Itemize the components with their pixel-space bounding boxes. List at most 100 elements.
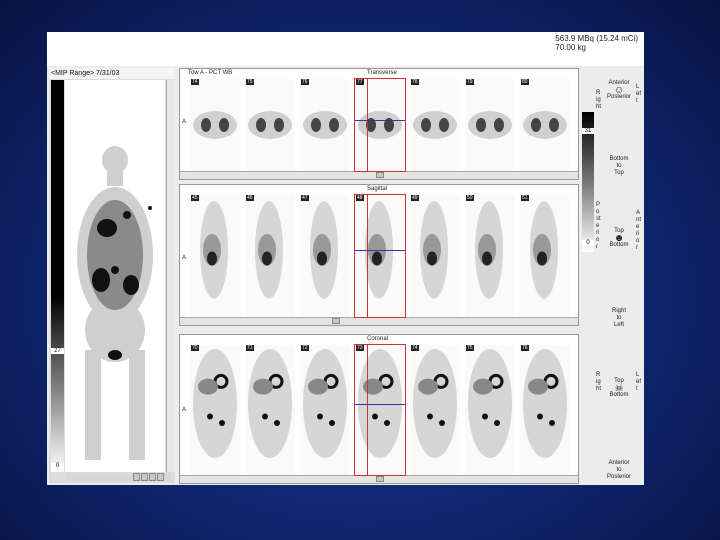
to-text: to <box>616 163 622 169</box>
transverse-slice[interactable]: 80 <box>520 79 570 171</box>
coronal-slice-number: 76 <box>521 345 529 351</box>
sagittal-scrollbar[interactable] <box>180 317 578 325</box>
sagittal-head-icon: ☻ <box>613 233 625 244</box>
mip-button-1[interactable] <box>133 473 140 481</box>
transverse-slice-number: 80 <box>521 79 529 85</box>
mip-scale-min: 0 <box>51 463 64 469</box>
dose-info: 563.9 MBq (15.24 mCi) 70.00 kg <box>555 34 638 52</box>
transverse-left-label: Left <box>636 84 642 104</box>
sagittal-panel: Sagittal A 45 46 47 48 49 50 51 <box>179 184 579 326</box>
coronal-view-label: Coronal <box>367 336 389 342</box>
transverse-slice-number: 75 <box>246 79 254 85</box>
sagittal-slice-number: 49 <box>411 195 419 201</box>
right-to-left-toggle[interactable]: Right to Left <box>603 308 635 329</box>
coronal-title-bar: Coronal <box>180 335 578 344</box>
transverse-scroll-thumb[interactable] <box>376 172 384 178</box>
transverse-slice[interactable]: 75 <box>245 79 295 171</box>
transverse-slice-number: 74 <box>191 79 199 85</box>
mip-panel: <MIP Range> 7/31/03 27 0 <box>49 68 175 483</box>
head-icon: ☺ <box>613 85 625 96</box>
sagittal-slice-number: 46 <box>246 195 254 201</box>
mip-button-2[interactable] <box>141 473 148 481</box>
mip-image[interactable] <box>65 80 165 472</box>
mip-scale-mid: 27 <box>51 348 64 354</box>
transverse-panel: Tow A - PCT WB Transverse A 74 75 76 77 78 79… <box>179 68 579 180</box>
mip-vertical-scrollbar[interactable] <box>166 80 175 472</box>
transverse-slice[interactable]: 78 <box>410 79 460 171</box>
sagittal-slice[interactable]: 46 <box>245 195 295 317</box>
sagittal-title-bar: Sagittal <box>180 185 578 194</box>
sagittal-posterior-label: Posterior <box>596 202 601 250</box>
sagittal-slice[interactable]: 47 <box>300 195 350 317</box>
sag-bottom-text: Bottom <box>609 242 629 248</box>
coronal-panel: Coronal A 70 71 72 73 74 75 76 <box>179 334 579 484</box>
coronal-slice[interactable]: 70 <box>190 345 240 475</box>
to-text-2: to <box>616 315 622 321</box>
coronal-top-bottom[interactable]: Top ☠ Bottom <box>605 378 633 399</box>
transverse-color-scale[interactable]: 31 0 <box>582 112 594 252</box>
sagittal-scroll-thumb[interactable] <box>332 318 340 324</box>
cor-bottom-text: Bottom <box>609 392 629 398</box>
transverse-slice-number: 79 <box>466 79 474 85</box>
posterior-text-2: Posterior <box>606 474 631 480</box>
transverse-right-label: Right <box>596 90 602 110</box>
coronal-slice[interactable]: 72 <box>300 345 350 475</box>
transverse-slice-number: 78 <box>411 79 419 85</box>
mip-intensity-scale[interactable]: 27 0 <box>51 80 64 472</box>
coronal-slice[interactable]: 75 <box>465 345 515 475</box>
header-bar: 563.9 MBq (15.24 mCi) 70.00 kg <box>47 32 644 66</box>
trans-scale-top: 31 <box>582 128 594 134</box>
coronal-slice-number: 72 <box>301 345 309 351</box>
transverse-slice[interactable]: 77 <box>354 78 406 172</box>
coronal-slice[interactable]: 76 <box>520 345 570 475</box>
sagittal-axis-label: A <box>182 255 187 261</box>
sagittal-top-bottom[interactable]: Top ☻ Bottom <box>605 228 633 249</box>
coronal-slice-number: 70 <box>191 345 199 351</box>
pet-viewer-window: 563.9 MBq (15.24 mCi) 70.00 kg <MIP Rang… <box>47 32 644 485</box>
transverse-slice[interactable]: 79 <box>465 79 515 171</box>
trans-scale-bottom: 0 <box>582 240 594 246</box>
sagittal-slice[interactable]: 49 <box>410 195 460 317</box>
sagittal-slice-number: 50 <box>466 195 474 201</box>
weight-text: 70.00 kg <box>555 43 586 52</box>
sagittal-slice-number: 45 <box>191 195 199 201</box>
anterior-to-posterior-toggle[interactable]: Anterior to Posterior <box>601 460 637 481</box>
sagittal-slice[interactable]: 51 <box>520 195 570 317</box>
transverse-axis-label: A <box>182 119 187 125</box>
sagittal-slice-number: 47 <box>301 195 309 201</box>
transverse-slice-number: 77 <box>356 79 364 85</box>
transverse-slice[interactable]: 74 <box>190 79 240 171</box>
coronal-slice[interactable]: 73 <box>354 344 406 476</box>
coronal-scroll-thumb[interactable] <box>376 476 384 482</box>
coronal-slice[interactable]: 71 <box>245 345 295 475</box>
left-text: Left <box>613 322 624 328</box>
coronal-slice[interactable]: 74 <box>410 345 460 475</box>
transverse-slice[interactable]: 76 <box>300 79 350 171</box>
bottom-text: Bottom <box>609 156 629 162</box>
mip-button-4[interactable] <box>157 473 164 481</box>
coronal-left-label: Left <box>636 372 642 392</box>
posterior-text: Posterior <box>606 94 631 100</box>
sagittal-slice-number: 51 <box>521 195 529 201</box>
to-text-3: to <box>616 467 622 473</box>
sagittal-slice[interactable]: 45 <box>190 195 240 317</box>
skull-icon: ☠ <box>614 383 624 394</box>
sagittal-slice[interactable]: 48 <box>354 194 406 318</box>
dose-text: 563.9 MBq (15.24 mCi) <box>555 34 638 43</box>
coronal-slice-number: 73 <box>356 345 364 351</box>
anterior-text-2: Anterior <box>608 460 630 466</box>
transverse-scrollbar[interactable] <box>180 171 578 179</box>
coronal-slice-number: 75 <box>466 345 474 351</box>
mip-button-3[interactable] <box>149 473 156 481</box>
sagittal-view-label: Sagittal <box>367 186 388 192</box>
coronal-slice-number: 71 <box>246 345 254 351</box>
bottom-to-top-toggle[interactable]: Bottom to Top <box>603 156 635 177</box>
right-text: Right <box>611 308 626 314</box>
sagittal-slice[interactable]: 50 <box>465 195 515 317</box>
transverse-ant-post[interactable]: Anterior ☺ Posterior <box>603 80 635 101</box>
sagittal-slice-number: 48 <box>356 195 364 201</box>
transverse-view-label: Transverse <box>367 70 397 76</box>
transverse-title-bar: Tow A - PCT WB Transverse <box>180 69 578 78</box>
coronal-axis-label: A <box>182 407 187 413</box>
coronal-scrollbar[interactable] <box>180 475 578 483</box>
